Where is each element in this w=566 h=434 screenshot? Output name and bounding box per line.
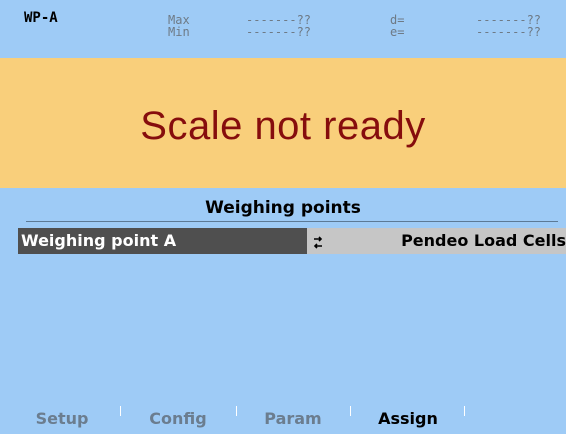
tab-param[interactable]: Param [246,404,340,430]
weighing-point-name: Weighing point A [18,228,297,254]
tab-separator [236,406,237,416]
e-value: -------?? [476,25,542,39]
tab-bar: Setup Config Param Assign [0,404,566,430]
tab-config[interactable]: Config [130,404,226,430]
tab-separator [350,406,351,416]
e-label: e= [390,25,405,39]
weighing-point-row[interactable]: Weighing point A Pendeo Load Cells [18,228,566,254]
min-value: -------?? [246,25,312,39]
section-title: Weighing points [205,198,361,218]
status-header: WP-A Max Min -------?? -------?? d= e= -… [0,0,566,58]
status-message: Scale not ready [140,103,426,148]
row-spacer [297,228,307,254]
weighing-point-title: WP-A [24,10,58,26]
status-panel: Scale not ready [0,58,566,188]
tab-separator [120,406,121,416]
weighing-point-value[interactable]: Pendeo Load Cells [307,228,566,254]
tab-separator [464,406,465,416]
section-divider [26,221,558,222]
load-cell-label: Pendeo Load Cells [401,231,566,250]
min-label: Min [168,25,190,39]
tab-setup[interactable]: Setup [22,404,102,430]
tab-assign[interactable]: Assign [360,404,456,430]
swap-arrows-icon[interactable] [313,233,323,249]
